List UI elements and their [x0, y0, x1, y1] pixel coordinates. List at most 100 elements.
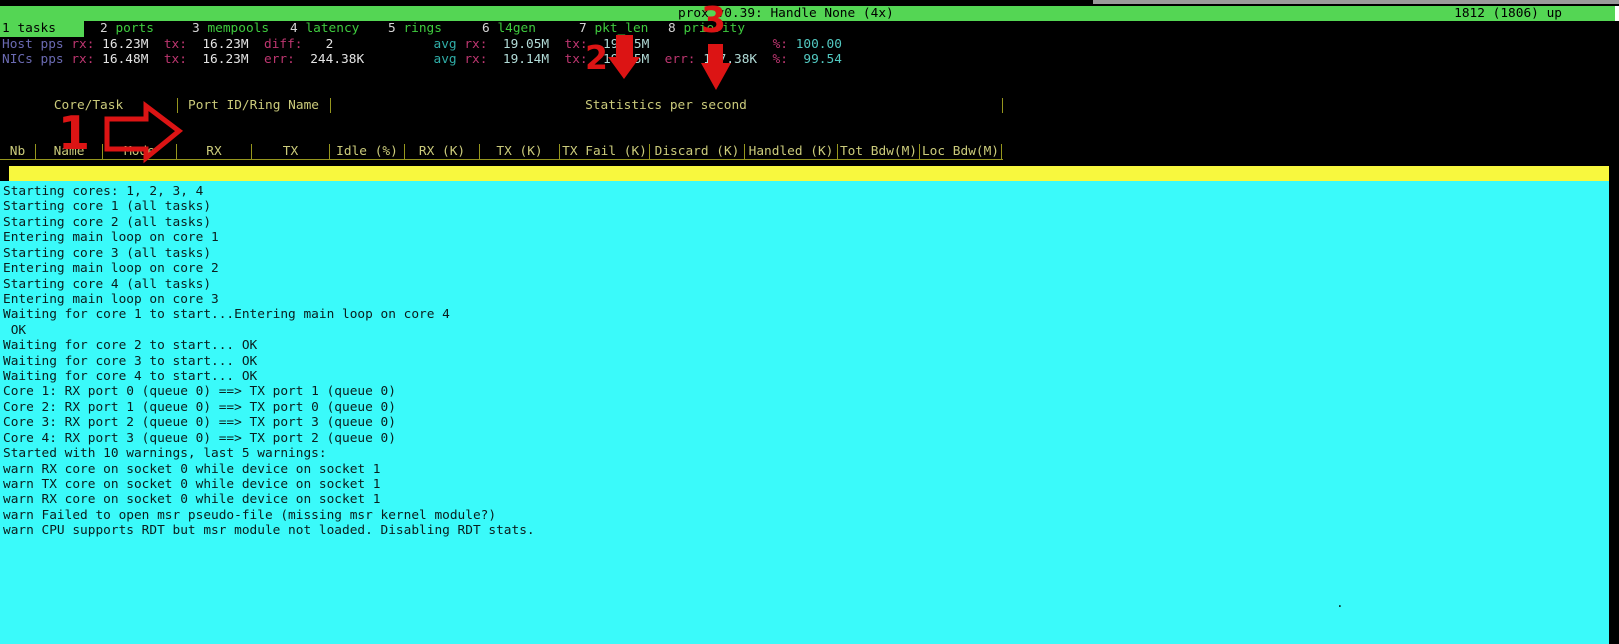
col-loc-bdw: Loc Bdw(M) [920, 144, 1002, 159]
tab-bar: 1 tasks 2 ports 3 mempools 4 latency 5 r… [0, 21, 1619, 37]
col-tot-bdw: Tot Bdw(M) [838, 144, 920, 159]
col-tx: TX [252, 144, 330, 159]
separator-bar [0, 166, 1609, 181]
tab-label: tasks [17, 21, 56, 36]
avg-label: avg [434, 52, 465, 67]
spacer [649, 37, 772, 52]
rx-value: 16.48M [94, 52, 163, 67]
window-right-edge [1609, 21, 1619, 644]
titlebar-corner-sliver [1615, 6, 1619, 21]
tab-rings[interactable]: 5 rings [388, 21, 442, 37]
group-core-task: Core/Task [0, 98, 178, 113]
rx-value: 16.23M [94, 37, 163, 52]
col-idle: Idle (%) [330, 144, 405, 159]
log-line: Entering main loop on core 1 [3, 230, 1609, 245]
tab-label: rings [403, 21, 442, 36]
spacer [333, 37, 433, 52]
pct-label: %: [773, 52, 788, 67]
pct-value: 100.00 [788, 37, 842, 52]
tx-value: 16.23M [187, 52, 264, 67]
avg-err-label: err: [665, 52, 696, 67]
log-line: OK [3, 323, 1609, 338]
tab-number: 4 [290, 21, 298, 36]
tab-priority[interactable]: 8 priority [668, 21, 745, 37]
tab-number: 6 [482, 21, 490, 36]
col-tx-k: TX (K) [480, 144, 560, 159]
log-line: warn RX core on socket 0 while device on… [3, 492, 1609, 507]
tab-number: 5 [388, 21, 396, 36]
rx-label: rx: [71, 37, 94, 52]
tab-mempools[interactable]: 3 mempools [192, 21, 269, 37]
col-rx: RX [177, 144, 252, 159]
tx-value: 16.23M [187, 37, 264, 52]
nics-pps-row: NICs pps rx: 16.48M tx: 16.23M err: 244.… [2, 52, 842, 67]
nics-pps-label: NICs pps [2, 52, 71, 67]
col-tx-fail: TX Fail (K) [560, 144, 650, 159]
log-line: Starting core 4 (all tasks) [3, 277, 1609, 292]
log-line: warn CPU supports RDT but msr module not… [3, 523, 1609, 538]
table-header-row: Nb Name Mode RX TX Idle (%) RX (K) TX (K… [0, 144, 1003, 160]
log-line: Starting core 1 (all tasks) [3, 199, 1609, 214]
tab-label: priority [683, 21, 745, 36]
group-port-id: Port ID/Ring Name [177, 98, 331, 113]
pct-value: 99.54 [788, 52, 842, 67]
spacer [364, 52, 433, 67]
avg-rx-label: rx: [464, 37, 487, 52]
avg-label: avg [434, 37, 465, 52]
avg-tx-label: tx: [565, 52, 588, 67]
avg-err-value: 187.38K [696, 52, 773, 67]
pct-label: %: [773, 37, 788, 52]
avg-tx-value: 19.05M [588, 37, 650, 52]
tab-number: 7 [579, 21, 587, 36]
log-line: Core 4: RX port 3 (queue 0) ==> TX port … [3, 431, 1609, 446]
tab-label: mempools [207, 21, 269, 36]
console-log[interactable]: Starting cores: 1, 2, 3, 4 Starting core… [0, 181, 1609, 644]
tab-ports[interactable]: 2 ports [100, 21, 154, 37]
log-line: Core 3: RX port 2 (queue 0) ==> TX port … [3, 415, 1609, 430]
err-label: err: [264, 52, 295, 67]
log-line: Entering main loop on core 2 [3, 261, 1609, 276]
tab-latency[interactable]: 4 latency [290, 21, 359, 37]
tab-label: pkt_len [594, 21, 648, 36]
stray-dot: . [1336, 596, 1344, 611]
avg-tx-label: tx: [565, 37, 588, 52]
tab-number: 2 [100, 21, 108, 36]
tab-number: 3 [192, 21, 200, 36]
log-line: Starting core 3 (all tasks) [3, 246, 1609, 261]
log-line: Waiting for core 4 to start... OK [3, 369, 1609, 384]
uptime-counter: 1812 (1806) up [1454, 6, 1562, 21]
log-line: Core 1: RX port 0 (queue 0) ==> TX port … [3, 384, 1609, 399]
err-value: 244.38K [295, 52, 364, 67]
tab-tasks[interactable]: 1 tasks [0, 21, 84, 37]
host-pps-row: Host pps rx: 16.23M tx: 16.23M diff: 2 a… [2, 37, 842, 52]
log-line: Starting cores: 1, 2, 3, 4 [3, 184, 1609, 199]
tab-label: ports [115, 21, 154, 36]
tx-label: tx: [164, 37, 187, 52]
tx-label: tx: [164, 52, 187, 67]
group-statistics: Statistics per second [330, 98, 1003, 113]
diff-value: 2 [303, 37, 334, 52]
tab-pkt-len[interactable]: 7 pkt_len [579, 21, 648, 37]
avg-tx-value: 19.05M [588, 52, 665, 67]
col-discard: Discard (K) [650, 144, 745, 159]
log-line: warn TX core on socket 0 while device on… [3, 477, 1609, 492]
col-handled: Handled (K) [745, 144, 838, 159]
log-line: Started with 10 warnings, last 5 warning… [3, 446, 1609, 461]
diff-label: diff: [264, 37, 303, 52]
log-line: Waiting for core 1 to start...Entering m… [3, 307, 1609, 322]
cursor-block [0, 166, 9, 181]
tab-number: 8 [668, 21, 676, 36]
log-line: warn Failed to open msr pseudo-file (mis… [3, 508, 1609, 523]
col-rx-k: RX (K) [405, 144, 480, 159]
log-line: Waiting for core 2 to start... OK [3, 338, 1609, 353]
tab-label: latency [305, 21, 359, 36]
avg-rx-value: 19.14M [487, 52, 564, 67]
avg-rx-label: rx: [464, 52, 487, 67]
tab-l4gen[interactable]: 6 l4gen [482, 21, 536, 37]
col-mode: Mode [103, 144, 177, 159]
log-line: Starting core 2 (all tasks) [3, 215, 1609, 230]
title-bar: prox v0.39: Handle None (4x) 1812 (1806)… [0, 6, 1619, 21]
log-line: warn RX core on socket 0 while device on… [3, 462, 1609, 477]
app-title: prox v0.39: Handle None (4x) [678, 6, 894, 21]
table-group-row: Core/Task Port ID/Ring Name Statistics p… [0, 98, 1003, 113]
